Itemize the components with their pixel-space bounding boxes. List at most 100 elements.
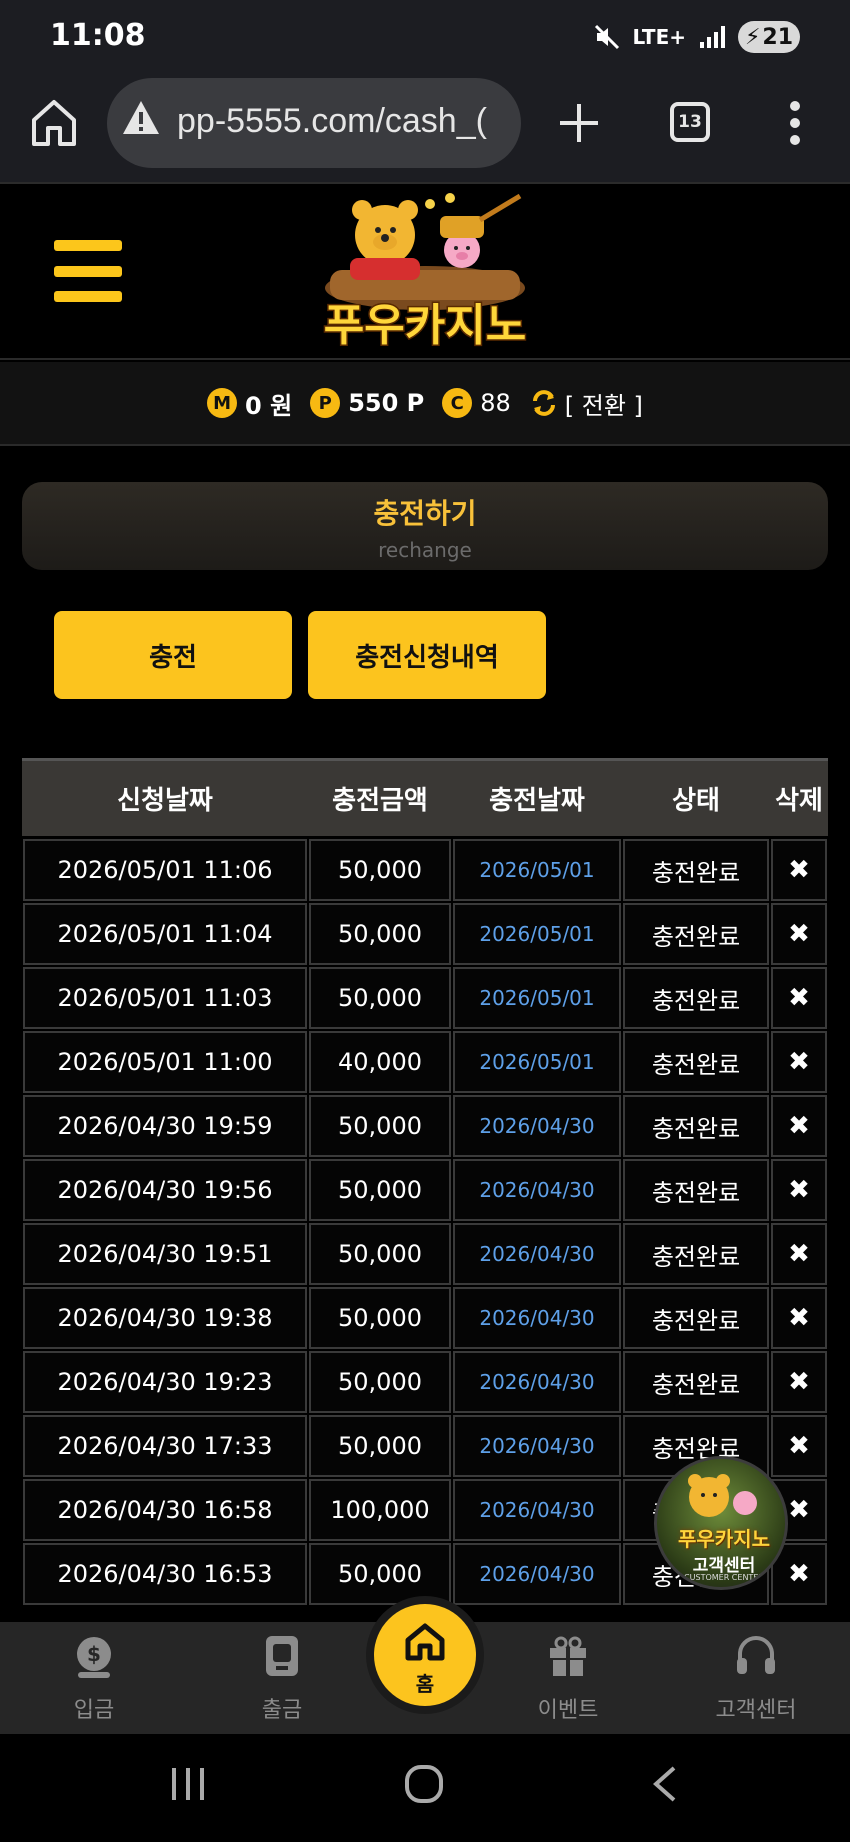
nav-event-label[interactable]: 이벤트 [508, 1692, 628, 1724]
charge-date-cell: 2026/04/30 [453, 1351, 621, 1413]
table-row: 2026/04/30 19:23 50,000 2026/04/30 충전완료 ✖ [22, 1350, 828, 1414]
header-charge-date: 충전날짜 [489, 786, 585, 816]
nav-support-label[interactable]: 고객센터 [696, 1692, 816, 1724]
browser-home-icon[interactable] [30, 96, 78, 150]
delete-button[interactable]: ✖ [771, 1031, 827, 1093]
delete-x-icon[interactable]: ✖ [788, 1431, 810, 1461]
casino-logo[interactable]: 푸우카지노 [290, 190, 560, 356]
request-date-cell: 2026/04/30 19:56 [23, 1159, 307, 1221]
mute-icon [594, 24, 619, 50]
table-header: 신청날짜 충전금액 충전날짜 상태 삭제 [22, 758, 828, 836]
money-bag-icon: $ [77, 1637, 111, 1678]
delete-x-icon[interactable]: ✖ [788, 983, 810, 1013]
header-request-date: 신청날짜 [117, 786, 213, 816]
battery-level: 21 [762, 24, 794, 50]
nav-deposit[interactable]: $ 입금 [34, 1632, 154, 1724]
recent-apps-icon[interactable] [170, 1764, 206, 1804]
request-date-cell: 2026/04/30 16:58 [23, 1479, 307, 1541]
status-cell: 충전완료 [623, 903, 769, 965]
convert-button[interactable]: [ 전환 ] [529, 386, 643, 421]
money-coin-icon: M [207, 388, 238, 418]
header-amount: 충전금액 [332, 786, 428, 816]
request-date-cell: 2026/04/30 19:59 [23, 1095, 307, 1157]
new-tab-icon[interactable] [556, 100, 602, 146]
delete-x-icon[interactable]: ✖ [788, 1303, 810, 1333]
table-row: 2026/04/30 19:38 50,000 2026/04/30 충전완료 ✖ [22, 1286, 828, 1350]
back-icon[interactable] [650, 1764, 680, 1804]
tab-switcher-button[interactable]: 13 [670, 102, 710, 142]
page-title: 충전하기 [373, 497, 477, 530]
point-value: 550 P [348, 389, 425, 417]
network-type: LTE+ [632, 25, 687, 49]
delete-button[interactable]: ✖ [771, 839, 827, 901]
charge-date-cell: 2026/05/01 [453, 1031, 621, 1093]
delete-x-icon[interactable]: ✖ [788, 1175, 810, 1205]
nav-deposit-label[interactable]: 입금 [34, 1692, 154, 1724]
amount-cell: 50,000 [309, 903, 451, 965]
refresh-icon [532, 390, 555, 416]
delete-button[interactable]: ✖ [771, 903, 827, 965]
url-text[interactable]: pp-5555.com/cash_( [177, 102, 487, 141]
amount-cell: 50,000 [309, 1159, 451, 1221]
delete-x-icon[interactable]: ✖ [788, 1559, 810, 1589]
nav-event[interactable]: 이벤트 [508, 1632, 628, 1724]
status-time: 11:08 [50, 18, 146, 53]
delete-button[interactable]: ✖ [771, 1223, 827, 1285]
hamburger-menu-icon[interactable] [54, 240, 122, 302]
table-row: 2026/04/30 19:51 50,000 2026/04/30 충전완료 ✖ [22, 1222, 828, 1286]
coin-balance: C 88 [442, 388, 511, 418]
delete-button[interactable]: ✖ [771, 967, 827, 1029]
amount-cell: 40,000 [309, 1031, 451, 1093]
request-date-cell: 2026/05/01 11:03 [23, 967, 307, 1029]
convert-label[interactable]: [ 전환 ] [565, 386, 643, 421]
amount-cell: 50,000 [309, 1095, 451, 1157]
status-cell: 충전완료 [623, 1351, 769, 1413]
more-menu-icon[interactable] [788, 100, 802, 146]
status-cell: 충전완료 [623, 1287, 769, 1349]
delete-button[interactable]: ✖ [771, 1287, 827, 1349]
nav-support[interactable]: 고객센터 [696, 1632, 816, 1724]
charge-date-cell: 2026/05/01 [453, 967, 621, 1029]
delete-button[interactable]: ✖ [771, 1351, 827, 1413]
balance-bar: M 0 원 P 550 P C 88 [ 전환 ] [0, 362, 850, 446]
charge-date-cell: 2026/05/01 [453, 839, 621, 901]
status-icons: LTE+ ⚡ 21 [593, 20, 800, 54]
svg-text:$: $ [87, 1642, 101, 1666]
nav-withdraw-label[interactable]: 출금 [222, 1692, 342, 1724]
request-date-cell: 2026/05/01 11:06 [23, 839, 307, 901]
amount-cell: 50,000 [309, 1351, 451, 1413]
delete-x-icon[interactable]: ✖ [788, 1047, 810, 1077]
status-cell: 충전완료 [623, 967, 769, 1029]
home-circle-icon[interactable] [404, 1764, 444, 1804]
delete-x-icon[interactable]: ✖ [788, 1367, 810, 1397]
charge-button[interactable]: 충전 [54, 611, 292, 699]
charge-date-cell: 2026/04/30 [453, 1095, 621, 1157]
charge-date-cell: 2026/04/30 [453, 1159, 621, 1221]
delete-x-icon[interactable]: ✖ [788, 919, 810, 949]
delete-button[interactable]: ✖ [771, 1159, 827, 1221]
nav-home-label[interactable]: 홈 [374, 1668, 476, 1697]
table-row: 2026/04/30 19:59 50,000 2026/04/30 충전완료 ✖ [22, 1094, 828, 1158]
delete-x-icon[interactable]: ✖ [788, 1239, 810, 1269]
address-bar[interactable]: pp-5555.com/cash_( [107, 78, 521, 168]
delete-x-icon[interactable]: ✖ [788, 1495, 810, 1525]
customer-center-floating-button[interactable]: 푸우카지노 고객센터 CUSTOMER CENTER [654, 1456, 788, 1590]
point-coin-icon: P [310, 388, 341, 418]
site-header: 푸우카지노 [0, 186, 850, 360]
delete-button[interactable]: ✖ [771, 1095, 827, 1157]
request-date-cell: 2026/04/30 19:23 [23, 1351, 307, 1413]
delete-x-icon[interactable]: ✖ [788, 855, 810, 885]
warning-icon[interactable] [121, 98, 161, 138]
delete-x-icon[interactable]: ✖ [788, 1111, 810, 1141]
battery-indicator: ⚡ 21 [738, 21, 800, 53]
amount-cell: 50,000 [309, 1543, 451, 1605]
nav-withdraw[interactable]: 출금 [222, 1632, 342, 1724]
logo-text: 푸우카지노 [324, 300, 526, 351]
nav-home[interactable]: 홈 [374, 1604, 476, 1706]
badge-english: CUSTOMER CENTER [684, 1573, 764, 1582]
amount-cell: 50,000 [309, 1287, 451, 1349]
charge-history-button[interactable]: 충전신청내역 [308, 611, 546, 699]
badge-title: 푸우카지노 [678, 1527, 770, 1551]
table-row: 2026/05/01 11:00 40,000 2026/05/01 충전완료 ✖ [22, 1030, 828, 1094]
charge-date-cell: 2026/05/01 [453, 903, 621, 965]
